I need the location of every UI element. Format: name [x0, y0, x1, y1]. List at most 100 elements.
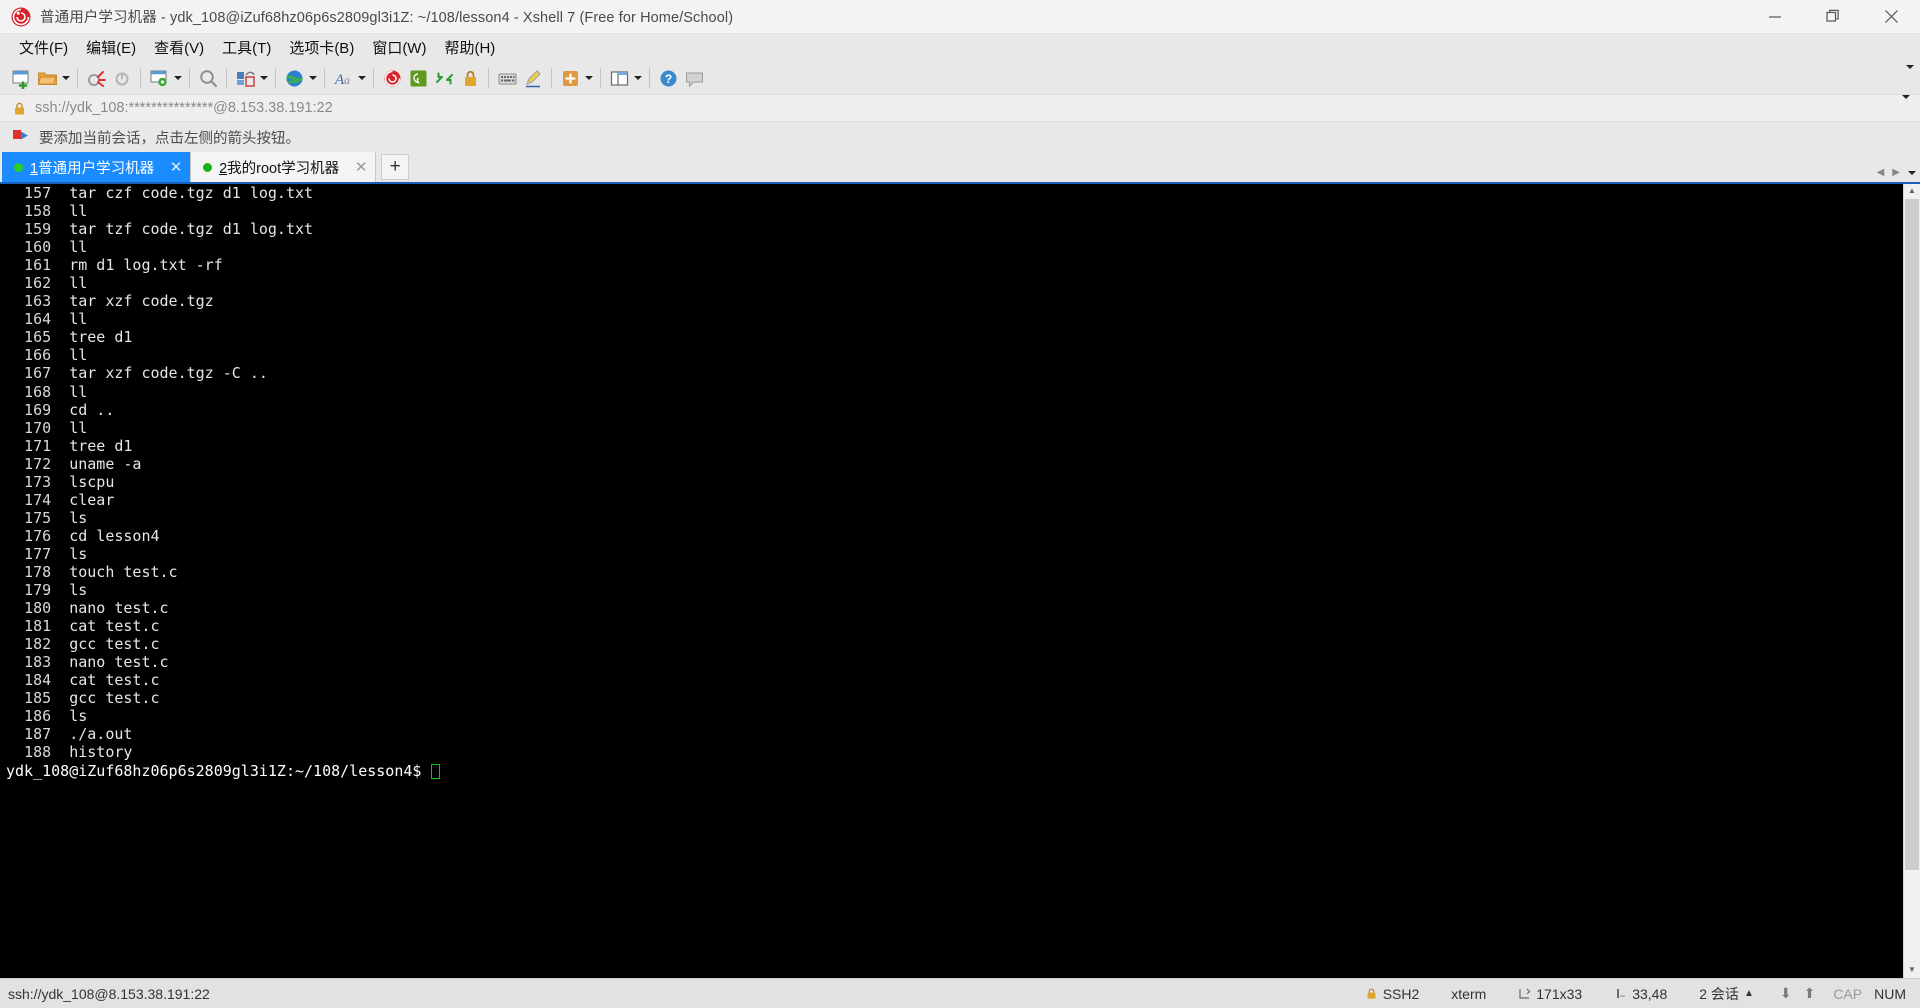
history-number: 164	[6, 310, 70, 329]
terminal-prompt-line[interactable]: ydk_108@iZuf68hz06p6s2809gl3i1Z:~/108/le…	[6, 762, 1903, 780]
tab-session-1[interactable]: 1普通用户学习机器 ✕	[2, 152, 192, 182]
open-folder-dropdown-icon[interactable]	[60, 65, 72, 91]
new-tab-button[interactable]: +	[381, 154, 410, 180]
menu-view[interactable]: 查看(V)	[145, 34, 213, 62]
transfer-file-icon[interactable]	[232, 65, 258, 91]
xshell-icon[interactable]	[379, 65, 405, 91]
menu-edit[interactable]: 编辑(E)	[77, 34, 145, 62]
history-number: 166	[6, 346, 70, 365]
history-command: lscpu	[69, 472, 115, 491]
address-input[interactable]: ssh://ydk_108:***************@8.153.38.1…	[35, 100, 333, 116]
xshell-spiral-logo-icon	[8, 4, 34, 30]
layout-icon[interactable]	[606, 65, 632, 91]
add-session-flag-icon	[12, 129, 30, 145]
tab-scroll-right-chevron-right-icon[interactable]: ▶	[1892, 167, 1900, 178]
layout-dropdown-icon[interactable]	[632, 65, 644, 91]
history-number: 171	[6, 436, 70, 455]
history-command: gcc test.c	[69, 635, 160, 654]
svg-text:?: ?	[664, 72, 671, 86]
transfer-file-dropdown-icon[interactable]	[258, 65, 270, 91]
xftp-icon[interactable]	[405, 65, 431, 91]
notification-bar: 要添加当前会话，点击左侧的箭头按钮。	[0, 122, 1920, 152]
history-number: 183	[6, 653, 70, 672]
status-caps-lock: CAP	[1833, 985, 1863, 1002]
history-number: 173	[6, 472, 70, 491]
status-num-lock: NUM	[1874, 985, 1906, 1002]
reconnect-icon[interactable]	[109, 65, 135, 91]
terminal-history-line: 166 ll	[6, 346, 1903, 364]
scroll-up-button[interactable]: ▲	[1904, 182, 1920, 199]
globe-icon[interactable]	[281, 65, 307, 91]
tab-close-button-1[interactable]: ✕	[168, 160, 184, 175]
terminal-scrollbar[interactable]: ▲ ▼	[1903, 182, 1920, 978]
tab-bar-controls: ◀ ▶	[1877, 167, 1916, 178]
scrollbar-thumb[interactable]	[1905, 199, 1919, 870]
menu-tabs[interactable]: 选项卡(B)	[280, 34, 363, 62]
menu-window[interactable]: 窗口(W)	[363, 34, 435, 62]
restore-button[interactable]	[1804, 0, 1862, 34]
find-icon[interactable]	[195, 65, 221, 91]
title-bar: 普通用户学习机器 - ydk_108@iZuf68hz06p6s2809gl3i…	[0, 0, 1920, 34]
toolbar-separator	[189, 68, 190, 88]
compose-bar-icon[interactable]	[431, 65, 457, 91]
svg-text:a: a	[344, 73, 350, 87]
terminal-area[interactable]: 157 tar czf code.tgz d1 log.txt 158 ll 1…	[0, 182, 1920, 978]
quick-command-icon[interactable]	[557, 65, 583, 91]
terminal-output[interactable]: 157 tar czf code.tgz d1 log.txt 158 ll 1…	[0, 182, 1903, 978]
history-command: ll	[69, 274, 88, 293]
status-sessions-caret-icon[interactable]: ▲	[1744, 988, 1754, 999]
terminal-history-line: 157 tar czf code.tgz d1 log.txt	[6, 184, 1903, 202]
font-icon[interactable]: A a	[330, 65, 356, 91]
new-session-icon[interactable]	[8, 65, 34, 91]
lock-icon[interactable]	[457, 65, 483, 91]
status-sessions-cell[interactable]: 2 会话 ▲	[1683, 984, 1770, 1004]
address-dropdown-chevron-down-icon[interactable]	[1902, 95, 1910, 117]
menu-help[interactable]: 帮助(H)	[435, 34, 504, 62]
globe-dropdown-icon[interactable]	[307, 65, 319, 91]
terminal-history-line: 181 cat test.c	[6, 617, 1903, 635]
keyboard-icon[interactable]	[494, 65, 520, 91]
session-properties-dropdown-icon[interactable]	[172, 65, 184, 91]
history-command: cd lesson4	[69, 526, 160, 545]
terminal-history-line: 167 tar xzf code.tgz -C ..	[6, 364, 1903, 382]
terminal-history-line: 172 uname -a	[6, 455, 1903, 473]
history-command: cat test.c	[69, 617, 160, 636]
terminal-history-line: 171 tree d1	[6, 437, 1903, 455]
history-command: ll	[69, 310, 88, 329]
history-command: tar xzf code.tgz -C ..	[69, 364, 268, 383]
resize-icon	[1518, 987, 1531, 1000]
font-dropdown-icon[interactable]	[356, 65, 368, 91]
disconnect-icon[interactable]	[83, 65, 109, 91]
open-folder-icon[interactable]	[34, 65, 60, 91]
terminal-cursor	[431, 763, 441, 779]
toolbar-separator	[373, 68, 374, 88]
close-button[interactable]	[1862, 0, 1920, 34]
tab-session-2[interactable]: 2我的root学习机器 ✕	[191, 152, 377, 182]
session-properties-icon[interactable]	[146, 65, 172, 91]
cursor-pos-icon	[1614, 987, 1627, 1000]
chat-icon[interactable]	[681, 65, 707, 91]
menu-file[interactable]: 文件(F)	[10, 34, 77, 62]
history-command: history	[69, 743, 133, 762]
tab-close-button-2[interactable]: ✕	[353, 160, 369, 175]
history-command: ./a.out	[69, 725, 133, 744]
quick-command-dropdown-icon[interactable]	[583, 65, 595, 91]
history-number: 159	[6, 220, 70, 239]
address-bar[interactable]: ssh://ydk_108:***************@8.153.38.1…	[0, 94, 1920, 122]
scroll-down-button[interactable]: ▼	[1904, 961, 1920, 978]
terminal-history-line: 184 cat test.c	[6, 671, 1903, 689]
history-number: 170	[6, 418, 70, 437]
help-icon[interactable]: ?	[655, 65, 681, 91]
history-number: 186	[6, 707, 70, 726]
history-command: ll	[69, 202, 88, 221]
history-command: ls	[69, 707, 88, 726]
toolbar-overflow-chevron-icon[interactable]	[1906, 65, 1914, 87]
minimize-button[interactable]	[1746, 0, 1804, 34]
menu-tools[interactable]: 工具(T)	[213, 34, 280, 62]
highlight-icon[interactable]	[520, 65, 546, 91]
history-number: 174	[6, 490, 70, 509]
scrollbar-track[interactable]	[1904, 199, 1920, 961]
terminal-active-indicator	[0, 182, 1920, 184]
tab-scroll-left-chevron-left-icon[interactable]: ◀	[1877, 167, 1885, 178]
tab-list-chevron-down-icon[interactable]	[1908, 170, 1916, 175]
